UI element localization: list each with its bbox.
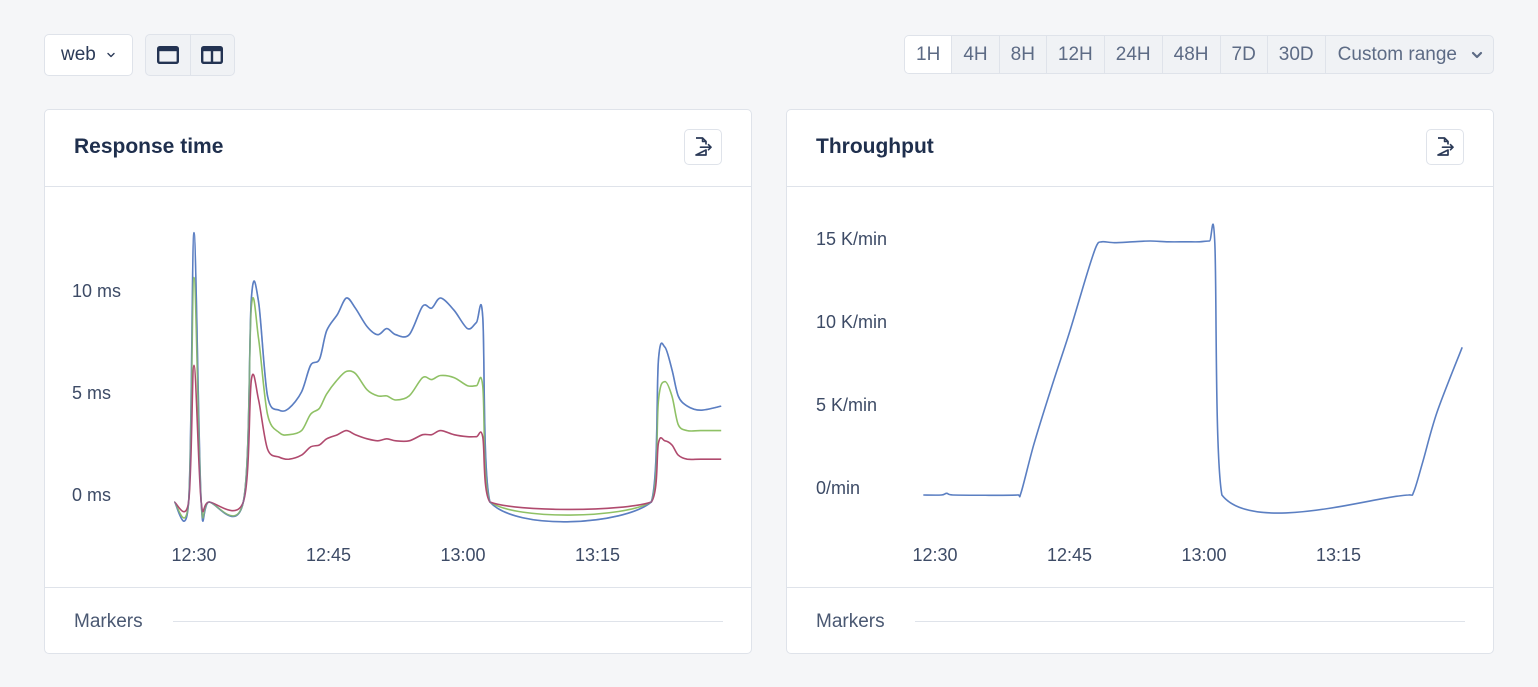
x-tick-label: 13:15 [1316, 545, 1361, 565]
two-column-layout-button[interactable] [189, 35, 234, 75]
series-line-blue [173, 231, 722, 523]
range-24h-button[interactable]: 24H [1103, 36, 1162, 73]
markers-label: Markers [74, 611, 143, 632]
custom-range-label: Custom range [1337, 43, 1457, 65]
range-12h-button[interactable]: 12H [1045, 36, 1104, 73]
x-tick-label: 12:30 [171, 545, 216, 565]
response-time-panel: Response time 0 ms 5 ms 10 ms 12:30 12:45 13:… [44, 109, 752, 654]
panel-header: Response time [45, 110, 751, 187]
y-tick-label: 5 K/min [816, 395, 877, 415]
response-time-chart-svg: 0 ms 5 ms 10 ms 12:30 12:45 13:00 13:15 [72, 231, 722, 565]
toolbar-left: web [44, 34, 235, 76]
x-tick-label: 12:30 [912, 545, 957, 565]
chevron-down-icon [107, 52, 115, 58]
panel-title: Response time [74, 135, 224, 158]
range-7d-button[interactable]: 7D [1219, 36, 1267, 73]
x-tick-label: 12:45 [1047, 545, 1092, 565]
y-tick-label: 5 ms [72, 383, 111, 403]
two-column-icon [201, 46, 224, 64]
series-line-throughput [923, 223, 1463, 514]
layout-toggle-group [144, 34, 235, 76]
series-line-maroon [173, 364, 722, 513]
time-range-selector: 1H 4H 8H 12H 24H 48H 7D 30D Custom range [904, 35, 1494, 74]
range-4h-button[interactable]: 4H [951, 36, 998, 73]
custom-range-dropdown[interactable]: Custom range [1324, 36, 1493, 73]
export-file-icon [695, 137, 712, 156]
y-tick-label: 0 ms [72, 485, 111, 505]
series-line-blue-overlay [173, 231, 722, 523]
y-tick-label: 10 ms [72, 281, 121, 301]
x-tick-label: 12:45 [306, 545, 351, 565]
y-tick-label: 15 K/min [816, 229, 887, 249]
range-30d-button[interactable]: 30D [1266, 36, 1325, 73]
single-column-icon [156, 46, 179, 64]
environment-select-value: web [61, 44, 96, 65]
markers-footer: Markers [787, 587, 1493, 653]
throughput-panel: Throughput 0/min 5 K/min 10 K/min 15 K/min 1… [786, 109, 1494, 654]
markers-label: Markers [816, 611, 885, 632]
throughput-chart: 0/min 5 K/min 10 K/min 15 K/min 12:30 12:45 13… [787, 187, 1493, 587]
chevron-down-icon [1471, 51, 1483, 58]
x-tick-label: 13:15 [575, 545, 620, 565]
export-button[interactable] [684, 129, 722, 165]
y-tick-label: 10 K/min [816, 312, 887, 332]
export-file-icon [1437, 137, 1454, 156]
single-column-layout-button[interactable] [146, 35, 190, 75]
markers-footer: Markers [45, 587, 751, 653]
environment-select[interactable]: web [44, 34, 133, 76]
response-time-chart: 0 ms 5 ms 10 ms 12:30 12:45 13:00 13:15 [45, 187, 751, 587]
export-button[interactable] [1426, 129, 1464, 165]
panel-title: Throughput [816, 135, 934, 158]
throughput-chart-svg: 0/min 5 K/min 10 K/min 15 K/min 12:30 12:45 13… [816, 223, 1463, 565]
range-48h-button[interactable]: 48H [1161, 36, 1220, 73]
panel-header: Throughput [787, 110, 1493, 187]
markers-track [173, 621, 723, 622]
range-1h-button[interactable]: 1H [905, 36, 952, 73]
x-tick-label: 13:00 [1181, 545, 1226, 565]
range-8h-button[interactable]: 8H [998, 36, 1046, 73]
x-tick-label: 13:00 [440, 545, 485, 565]
markers-track [915, 621, 1465, 622]
y-tick-label: 0/min [816, 478, 860, 498]
series-line-green [173, 276, 722, 519]
